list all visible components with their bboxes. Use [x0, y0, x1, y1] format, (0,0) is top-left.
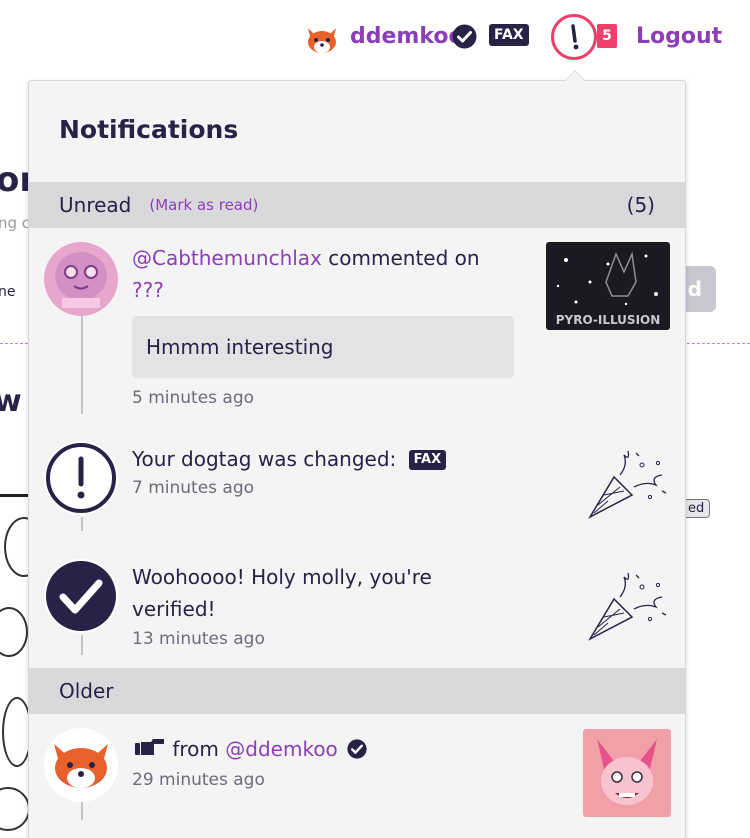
- mark-as-read-button[interactable]: (Mark as read): [149, 196, 258, 214]
- verified-avatar: [44, 559, 118, 633]
- commented-post-link[interactable]: ???: [132, 278, 164, 302]
- notifications-title: Notifications: [59, 115, 239, 144]
- thread-line: [81, 517, 83, 531]
- comment-action-text: commented on: [321, 246, 480, 270]
- dogtag-change-text: Your dogtag was changed:: [132, 447, 397, 471]
- dropdown-caret: [565, 71, 585, 81]
- notifications-dropdown: Notifications Unread (Mark as read) (5): [28, 80, 686, 838]
- bg-text-fragment: ne: [0, 284, 16, 300]
- notification-item[interactable]: Your dogtag was changed: FAX 7 minutes a…: [29, 431, 685, 541]
- notification-count-badge: 5: [597, 24, 617, 48]
- commenter-avatar-image: [44, 242, 118, 316]
- notification-item[interactable]: from @ddemkoo 29 minutes ago: [29, 714, 685, 824]
- sender-link[interactable]: @ddemkoo: [225, 737, 338, 761]
- notification-time: 5 minutes ago: [132, 388, 255, 408]
- fox-avatar-icon: [302, 20, 342, 60]
- notification-time: 7 minutes ago: [132, 478, 255, 498]
- older-label: Older: [59, 679, 114, 703]
- bg-subtitle-fragment: ng c: [0, 214, 31, 232]
- notification-time: 13 minutes ago: [132, 629, 265, 649]
- thumbnail-caption: PYRO-ILLUSION: [556, 313, 661, 327]
- bg-tag-fragment: ed: [682, 499, 711, 518]
- party-popper-icon: [587, 572, 667, 641]
- notification-text: from @ddemkoo: [132, 733, 367, 765]
- party-popper-icon: [587, 450, 667, 519]
- top-nav: ddemkoo FAX 5 Logout: [0, 14, 750, 60]
- notification-item[interactable]: @Cabthemunchlax commented on ??? Hmmm in…: [29, 228, 685, 418]
- verified-check-icon: [46, 561, 116, 631]
- comment-preview[interactable]: Hmmm interesting: [132, 316, 514, 378]
- verified-text: Woohoooo! Holy molly, you're verified!: [132, 565, 432, 621]
- from-text: from: [166, 737, 226, 761]
- post-thumbnail-image: PYRO-ILLUSION: [546, 242, 670, 330]
- dogtag-badge: FAX: [408, 450, 447, 470]
- thread-line: [81, 314, 83, 414]
- notification-text: @Cabthemunchlax commented on ???: [132, 242, 502, 306]
- sender-avatar[interactable]: [44, 728, 118, 802]
- post-thumbnail[interactable]: [583, 729, 671, 817]
- username-link[interactable]: ddemkoo: [350, 24, 464, 49]
- page: or ng c ne w d ed ddemkoo FAX 5 Logout N…: [0, 0, 750, 838]
- logout-link[interactable]: Logout: [636, 24, 722, 49]
- fox-avatar-icon: [44, 728, 118, 802]
- verified-check-icon: [347, 739, 367, 759]
- unread-label: Unread: [59, 193, 132, 217]
- dogtag-badge: FAX: [489, 24, 529, 46]
- post-thumbnail[interactable]: PYRO-ILLUSION: [546, 242, 670, 330]
- bg-heading2-fragment: w: [0, 384, 22, 419]
- commenter-link[interactable]: @Cabthemunchlax: [132, 246, 322, 270]
- notification-item[interactable]: Woohoooo! Holy molly, you're verified! 1…: [29, 549, 685, 667]
- unread-section-header: Unread (Mark as read) (5): [29, 182, 685, 228]
- older-section-header: Older: [29, 668, 685, 714]
- user-avatar[interactable]: [302, 20, 342, 60]
- post-thumbnail-image: [583, 729, 671, 817]
- commenter-avatar[interactable]: [44, 242, 118, 316]
- exclamation-icon: [571, 24, 579, 50]
- verified-check-icon: [452, 24, 477, 49]
- alert-avatar: [44, 441, 118, 515]
- thread-line: [81, 800, 83, 820]
- exclamation-circle-icon: [46, 443, 116, 513]
- unread-count: (5): [626, 193, 655, 217]
- notifications-button[interactable]: [551, 14, 597, 60]
- pointing-hand-icon: [135, 739, 164, 755]
- notification-time: 29 minutes ago: [132, 770, 265, 790]
- notification-text: Your dogtag was changed: FAX: [132, 443, 447, 475]
- thread-line: [81, 635, 83, 655]
